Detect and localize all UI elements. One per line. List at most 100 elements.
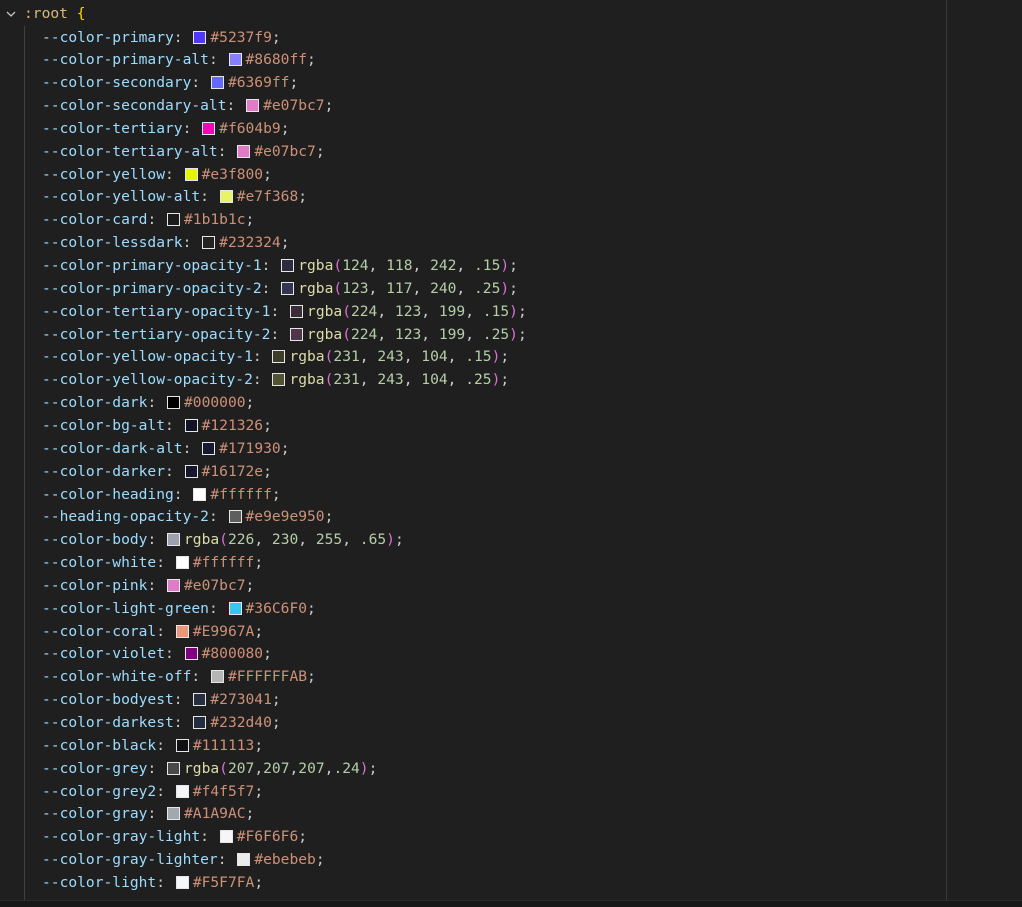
close-paren: ) bbox=[500, 279, 510, 297]
semicolon: ; bbox=[509, 257, 518, 274]
color-swatch[interactable] bbox=[210, 670, 224, 684]
color-swatch[interactable] bbox=[210, 76, 224, 90]
rgba-function: rgba bbox=[298, 257, 334, 274]
color-swatch[interactable] bbox=[184, 167, 198, 181]
color-swatch[interactable] bbox=[281, 281, 295, 295]
css-property-name: --color-primary-alt bbox=[42, 51, 209, 69]
color-swatch[interactable] bbox=[167, 807, 181, 821]
color-swatch[interactable] bbox=[175, 738, 189, 752]
css-declaration-line: --color-gray-lighter: #ebebeb; bbox=[0, 848, 325, 871]
semicolon: ; bbox=[298, 188, 308, 206]
color-swatch[interactable] bbox=[167, 396, 181, 410]
css-declaration-line: --color-tertiary-opacity-2: rgba(224, 12… bbox=[0, 323, 527, 346]
rgba-function: rgba bbox=[307, 325, 343, 343]
rgba-arg: 123 bbox=[342, 279, 369, 297]
css-property-name: --color-gray-lighter bbox=[42, 851, 218, 869]
color-swatch[interactable] bbox=[272, 373, 286, 387]
rgba-arg: .24 bbox=[333, 759, 360, 777]
rgba-arg: 230 bbox=[271, 531, 299, 549]
chevron-down-icon[interactable] bbox=[5, 2, 17, 25]
css-declaration-line: --color-body: rgba(226, 230, 255, .65); bbox=[0, 528, 404, 551]
color-swatch[interactable] bbox=[167, 761, 181, 775]
colon: : bbox=[147, 805, 166, 823]
close-paren: ) bbox=[359, 759, 369, 777]
colon: : bbox=[165, 416, 183, 434]
comma: , bbox=[254, 759, 264, 777]
css-property-name: --color-tertiary bbox=[42, 119, 183, 137]
css-value: #16172e bbox=[201, 462, 264, 480]
colon: : bbox=[208, 599, 227, 617]
semicolon: ; bbox=[280, 119, 290, 137]
colon: : bbox=[173, 28, 192, 46]
css-value: #36C6F0 bbox=[245, 599, 308, 617]
color-swatch[interactable] bbox=[167, 533, 181, 547]
css-property-name: --color-primary bbox=[42, 28, 174, 46]
css-declaration-line: --color-primary: #5237f9; bbox=[0, 26, 281, 49]
css-property-name: --color-yellow bbox=[42, 165, 166, 183]
rgba-arg: 117 bbox=[386, 279, 413, 297]
color-swatch[interactable] bbox=[228, 601, 242, 615]
semicolon: ; bbox=[263, 416, 272, 434]
css-declaration-line: --color-secondary-alt: #e07bc7; bbox=[0, 94, 333, 117]
color-swatch[interactable] bbox=[193, 693, 207, 707]
color-swatch[interactable] bbox=[272, 350, 286, 364]
rgba-arg: .15 bbox=[465, 348, 492, 366]
color-swatch[interactable] bbox=[237, 853, 251, 867]
color-swatch[interactable] bbox=[219, 830, 233, 844]
css-declaration-line: --color-gray: #A1A9AC; bbox=[0, 802, 254, 825]
color-swatch[interactable] bbox=[175, 784, 189, 798]
color-swatch[interactable] bbox=[290, 327, 304, 341]
comma: , bbox=[377, 302, 395, 320]
semicolon: ; bbox=[280, 234, 290, 252]
css-property-name: --color-tertiary-opacity-1 bbox=[42, 302, 271, 320]
css-property-name: --color-bodyest bbox=[42, 691, 174, 709]
color-swatch[interactable] bbox=[167, 213, 181, 227]
css-property-name: --color-yellow-opacity-2 bbox=[42, 371, 253, 389]
colon: : bbox=[173, 714, 192, 731]
color-swatch[interactable] bbox=[193, 716, 207, 729]
code-editor[interactable]: :root { --color-primary: #5237f9; --color… bbox=[0, 0, 1022, 907]
css-property-name: --color-gray bbox=[42, 805, 148, 823]
colon: : bbox=[182, 119, 201, 137]
rgba-arg: 199 bbox=[438, 325, 466, 343]
semicolon: ; bbox=[254, 736, 264, 754]
css-property-name: --color-darkest bbox=[42, 714, 174, 731]
colon: : bbox=[182, 439, 201, 457]
semicolon: ; bbox=[307, 668, 316, 686]
color-swatch[interactable] bbox=[167, 578, 181, 592]
color-swatch[interactable] bbox=[202, 236, 216, 250]
css-declaration-line: --color-primary-opacity-1: rgba(124, 118… bbox=[0, 254, 518, 277]
css-declaration-line: --color-tertiary: #f604b9; bbox=[0, 117, 289, 140]
color-swatch[interactable] bbox=[193, 487, 207, 501]
css-property-name: --color-black bbox=[42, 736, 157, 754]
color-swatch[interactable] bbox=[202, 121, 216, 135]
color-swatch[interactable] bbox=[237, 144, 251, 158]
color-swatch[interactable] bbox=[281, 259, 295, 272]
colon: : bbox=[147, 531, 166, 549]
rgba-arg: 224 bbox=[350, 302, 378, 320]
open-paren: ( bbox=[324, 371, 334, 389]
color-swatch[interactable] bbox=[228, 510, 242, 524]
color-swatch[interactable] bbox=[175, 624, 189, 638]
css-declaration-line: --color-tertiary-opacity-1: rgba(224, 12… bbox=[0, 300, 527, 323]
color-swatch[interactable] bbox=[184, 464, 198, 478]
color-swatch[interactable] bbox=[184, 647, 198, 661]
css-value: #5237f9 bbox=[210, 28, 272, 46]
color-swatch[interactable] bbox=[228, 53, 242, 67]
css-value: #232d40 bbox=[210, 714, 272, 731]
css-property-name: --color-secondary bbox=[42, 74, 192, 92]
color-swatch[interactable] bbox=[193, 30, 207, 44]
comma: , bbox=[298, 531, 316, 549]
color-swatch[interactable] bbox=[175, 556, 189, 570]
color-swatch[interactable] bbox=[184, 418, 198, 432]
open-paren: ( bbox=[342, 325, 351, 343]
colon: : bbox=[156, 554, 174, 572]
color-swatch[interactable] bbox=[175, 875, 189, 889]
css-value: #ffffff bbox=[192, 554, 255, 572]
comma: , bbox=[447, 348, 466, 366]
color-swatch[interactable] bbox=[246, 99, 260, 113]
color-swatch[interactable] bbox=[219, 190, 233, 204]
color-swatch[interactable] bbox=[290, 304, 304, 318]
color-swatch[interactable] bbox=[202, 441, 216, 455]
css-property-name: --color-pink bbox=[42, 576, 148, 594]
